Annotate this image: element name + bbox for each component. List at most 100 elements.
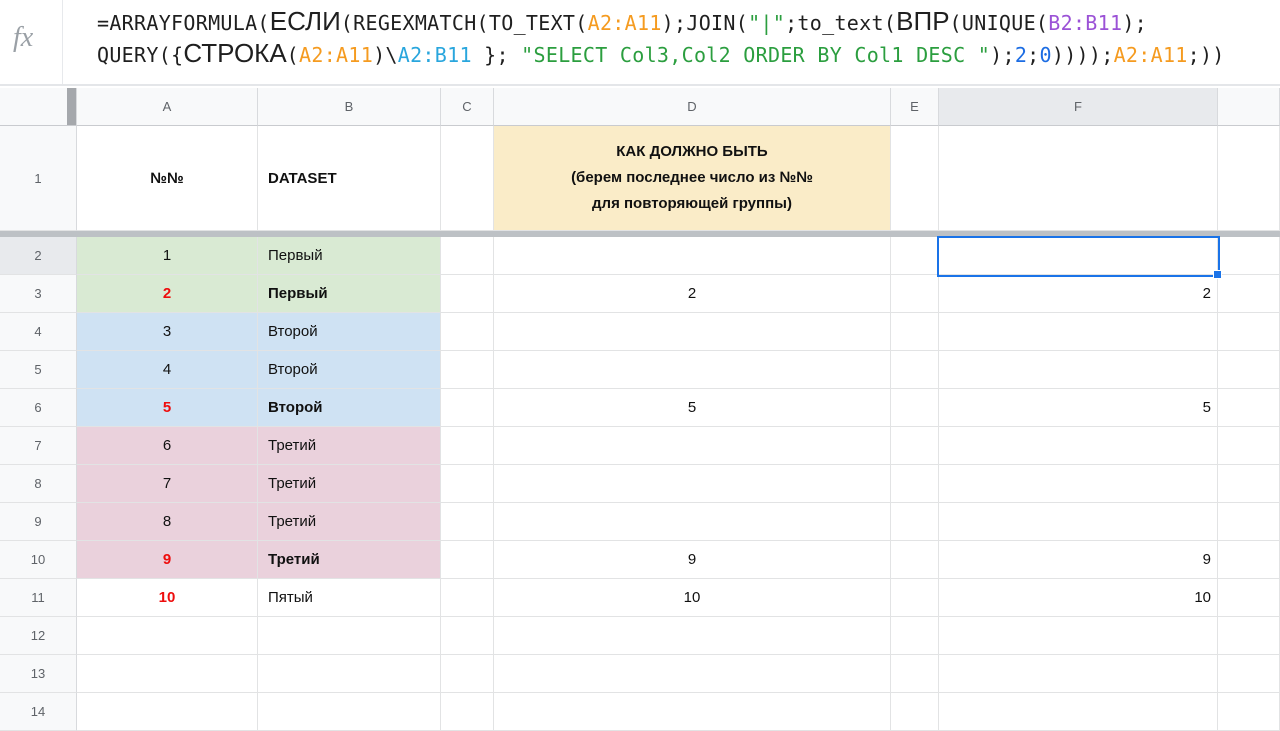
cell-F2[interactable] xyxy=(939,237,1218,275)
cell-D13[interactable] xyxy=(494,655,891,693)
cell-D7[interactable] xyxy=(494,427,891,465)
cell-B10[interactable]: Третий xyxy=(258,541,441,579)
cell-D12[interactable] xyxy=(494,617,891,655)
cell-G14[interactable] xyxy=(1218,693,1280,731)
cell-C4[interactable] xyxy=(441,313,494,351)
cell-E4[interactable] xyxy=(891,313,939,351)
cell-F8[interactable] xyxy=(939,465,1218,503)
cell-E10[interactable] xyxy=(891,541,939,579)
cell-D1[interactable]: КАК ДОЛЖНО БЫТЬ (берем последнее число и… xyxy=(494,126,891,231)
column-header-E[interactable]: E xyxy=(891,88,939,126)
column-header-B[interactable]: B xyxy=(258,88,441,126)
cell-A7[interactable]: 6 xyxy=(77,427,258,465)
cell-D4[interactable] xyxy=(494,313,891,351)
frozen-column-handle[interactable] xyxy=(67,88,76,125)
cell-C6[interactable] xyxy=(441,389,494,427)
cell-F12[interactable] xyxy=(939,617,1218,655)
cell-E2[interactable] xyxy=(891,237,939,275)
row-header-2[interactable]: 2 xyxy=(0,237,77,275)
cell-D2[interactable] xyxy=(494,237,891,275)
cell-A4[interactable]: 3 xyxy=(77,313,258,351)
cell-G7[interactable] xyxy=(1218,427,1280,465)
fill-handle[interactable] xyxy=(1213,270,1222,279)
column-header-G[interactable] xyxy=(1218,88,1280,126)
cell-D5[interactable] xyxy=(494,351,891,389)
row-header-6[interactable]: 6 xyxy=(0,389,77,427)
cell-G8[interactable] xyxy=(1218,465,1280,503)
cell-B7[interactable]: Третий xyxy=(258,427,441,465)
row-header-8[interactable]: 8 xyxy=(0,465,77,503)
cell-E6[interactable] xyxy=(891,389,939,427)
cell-E13[interactable] xyxy=(891,655,939,693)
row-header-13[interactable]: 13 xyxy=(0,655,77,693)
cell-G11[interactable] xyxy=(1218,579,1280,617)
cell-E7[interactable] xyxy=(891,427,939,465)
cell-D14[interactable] xyxy=(494,693,891,731)
cell-F9[interactable] xyxy=(939,503,1218,541)
cell-C5[interactable] xyxy=(441,351,494,389)
formula-input-line-1[interactable]: =ARRAYFORMULA(ЕСЛИ(REGEXMATCH(TO_TEXT(A2… xyxy=(97,5,1147,37)
cell-A10[interactable]: 9 xyxy=(77,541,258,579)
cell-C11[interactable] xyxy=(441,579,494,617)
row-header-10[interactable]: 10 xyxy=(0,541,77,579)
cell-G10[interactable] xyxy=(1218,541,1280,579)
formula-input-line-2[interactable]: QUERY({СТРОКА(A2:A11)\A2:B11 }; "SELECT … xyxy=(97,37,1225,69)
cell-A5[interactable]: 4 xyxy=(77,351,258,389)
cell-A8[interactable]: 7 xyxy=(77,465,258,503)
cell-D11[interactable]: 10 xyxy=(494,579,891,617)
cell-D6[interactable]: 5 xyxy=(494,389,891,427)
column-header-D[interactable]: D xyxy=(494,88,891,126)
cell-A14[interactable] xyxy=(77,693,258,731)
cell-B13[interactable] xyxy=(258,655,441,693)
cell-F7[interactable] xyxy=(939,427,1218,465)
cell-B8[interactable]: Третий xyxy=(258,465,441,503)
cell-E11[interactable] xyxy=(891,579,939,617)
cell-E1[interactable] xyxy=(891,126,939,231)
cell-C1[interactable] xyxy=(441,126,494,231)
cell-A13[interactable] xyxy=(77,655,258,693)
row-header-9[interactable]: 9 xyxy=(0,503,77,541)
cell-C12[interactable] xyxy=(441,617,494,655)
cell-C14[interactable] xyxy=(441,693,494,731)
cell-A6[interactable]: 5 xyxy=(77,389,258,427)
cell-F10[interactable]: 9 xyxy=(939,541,1218,579)
column-header-A[interactable]: A xyxy=(77,88,258,126)
row-header-14[interactable]: 14 xyxy=(0,693,77,731)
cell-D8[interactable] xyxy=(494,465,891,503)
cell-F6[interactable]: 5 xyxy=(939,389,1218,427)
cell-F3[interactable]: 2 xyxy=(939,275,1218,313)
row-header-7[interactable]: 7 xyxy=(0,427,77,465)
cell-G13[interactable] xyxy=(1218,655,1280,693)
column-header-F[interactable]: F xyxy=(939,88,1218,126)
cell-E5[interactable] xyxy=(891,351,939,389)
cell-G5[interactable] xyxy=(1218,351,1280,389)
cell-A3[interactable]: 2 xyxy=(77,275,258,313)
cell-F1[interactable] xyxy=(939,126,1218,231)
cell-E14[interactable] xyxy=(891,693,939,731)
cell-B9[interactable]: Третий xyxy=(258,503,441,541)
cell-C13[interactable] xyxy=(441,655,494,693)
cell-E9[interactable] xyxy=(891,503,939,541)
cell-B1[interactable]: DATASET xyxy=(258,126,441,231)
row-header-5[interactable]: 5 xyxy=(0,351,77,389)
cell-C3[interactable] xyxy=(441,275,494,313)
cell-F5[interactable] xyxy=(939,351,1218,389)
cell-B5[interactable]: Второй xyxy=(258,351,441,389)
cell-G2[interactable] xyxy=(1218,237,1280,275)
cell-C9[interactable] xyxy=(441,503,494,541)
cell-G4[interactable] xyxy=(1218,313,1280,351)
row-header-11[interactable]: 11 xyxy=(0,579,77,617)
cell-D10[interactable]: 9 xyxy=(494,541,891,579)
row-header-4[interactable]: 4 xyxy=(0,313,77,351)
cell-F14[interactable] xyxy=(939,693,1218,731)
cell-F13[interactable] xyxy=(939,655,1218,693)
cell-C2[interactable] xyxy=(441,237,494,275)
cell-E3[interactable] xyxy=(891,275,939,313)
cell-B6[interactable]: Второй xyxy=(258,389,441,427)
cell-B11[interactable]: Пятый xyxy=(258,579,441,617)
cell-C10[interactable] xyxy=(441,541,494,579)
cell-A2[interactable]: 1 xyxy=(77,237,258,275)
cell-B4[interactable]: Второй xyxy=(258,313,441,351)
cell-F11[interactable]: 10 xyxy=(939,579,1218,617)
cell-C7[interactable] xyxy=(441,427,494,465)
